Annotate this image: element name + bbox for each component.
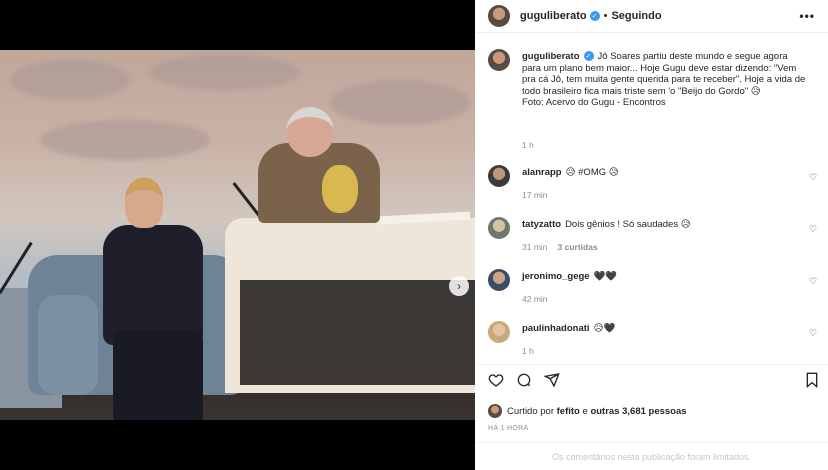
- comment-like-heart-icon[interactable]: ♡: [809, 173, 818, 182]
- likes-summary: Curtido por fefito e outras 3,681 pessoa…: [488, 404, 687, 418]
- avatar[interactable]: [488, 165, 510, 187]
- chevron-right-icon: ›: [457, 279, 461, 293]
- likes-others[interactable]: outras 3,681 pessoas: [590, 406, 686, 417]
- share-icon[interactable]: [543, 372, 560, 392]
- comment-time: 17 min: [522, 190, 548, 200]
- following-button[interactable]: Seguindo: [611, 10, 661, 22]
- avatar[interactable]: [488, 217, 510, 239]
- caption-text-block: guguliberato ✓ Jô Soares partiu deste mund…: [522, 51, 807, 109]
- comment-text: 🖤🖤: [593, 271, 618, 282]
- avatar[interactable]: [488, 321, 510, 343]
- post-photo: ›: [0, 50, 475, 420]
- comment-like-heart-icon[interactable]: ♡: [809, 329, 818, 338]
- comment-icon[interactable]: [516, 372, 532, 392]
- avatar[interactable]: [488, 49, 510, 71]
- bookmark-icon[interactable]: [805, 372, 819, 392]
- comment-username[interactable]: alanrapp: [522, 167, 562, 178]
- verified-badge-icon: ✓: [583, 51, 594, 62]
- more-horizontal-icon[interactable]: •••: [799, 9, 815, 23]
- comment-username[interactable]: jeronimo_gege: [522, 271, 590, 282]
- heart-icon[interactable]: [488, 372, 504, 392]
- comment-username[interactable]: tatyzatto: [522, 219, 561, 230]
- comment-likes-count[interactable]: 3 curtidas: [558, 242, 598, 252]
- comment-text: Dois gênios ! Só saudades 😥: [565, 219, 691, 230]
- action-bar: Curtido por fefito e outras 3,681 pessoa…: [475, 364, 828, 464]
- photo-sofa-arm: [38, 295, 98, 395]
- likes-middle: e: [582, 405, 588, 417]
- likes-user[interactable]: fefito: [557, 406, 580, 417]
- header-separator: •: [603, 10, 608, 22]
- comment-text: 😥🖤: [593, 323, 616, 334]
- comment-text-block: tatyzatto Dois gênios ! Só saudades 😥: [522, 219, 807, 231]
- carousel-next-button[interactable]: ›: [449, 276, 469, 296]
- photo-cloud: [150, 55, 300, 90]
- comment-time: 1 h: [522, 346, 534, 356]
- photo-cloud: [10, 60, 130, 100]
- photo-person-left: [95, 170, 225, 420]
- header-username[interactable]: guguliberato: [520, 10, 587, 22]
- post-side-panel: guguliberato ✓ • Seguindo ••• gugulibera…: [475, 0, 828, 470]
- photo-doll: [322, 165, 358, 213]
- comment-username[interactable]: paulinhadonati: [522, 323, 590, 334]
- caption-time: 1 h: [522, 140, 534, 150]
- caption-credit: Foto: Acervo do Gugu - Encontros: [522, 97, 666, 108]
- comment-like-heart-icon[interactable]: ♡: [809, 277, 818, 286]
- post-timestamp[interactable]: HÁ 1 HORA: [488, 425, 528, 432]
- avatar[interactable]: [488, 404, 502, 418]
- comment-text-block: alanrapp 😥 #OMG 😥: [522, 167, 807, 179]
- comments-list: guguliberato ✓ Jô Soares partiu deste mund…: [475, 34, 828, 364]
- caption-username[interactable]: guguliberato: [522, 51, 580, 62]
- photo-cloud: [40, 120, 210, 160]
- verified-badge-icon: ✓: [589, 11, 600, 21]
- comment-text-block: jeronimo_gege 🖤🖤: [522, 271, 807, 283]
- media-panel: ›: [0, 0, 475, 470]
- post-header: guguliberato ✓ • Seguindo •••: [475, 0, 828, 33]
- comment-like-heart-icon[interactable]: ♡: [809, 225, 818, 234]
- avatar[interactable]: [488, 269, 510, 291]
- comment-time: 42 min: [522, 294, 548, 304]
- comment-text-block: paulinhadonati 😥🖤: [522, 323, 807, 335]
- avatar[interactable]: [488, 5, 510, 27]
- comment-meta: 31 min 3 curtidas: [522, 242, 598, 252]
- photo-desk-front: [240, 280, 475, 385]
- comments-limited-notice: Os comentários nesta publicação foram li…: [475, 442, 828, 470]
- photo-person-right: [258, 105, 383, 225]
- comment-text: 😥 #OMG 😥: [565, 167, 619, 178]
- likes-prefix: Curtido por: [507, 405, 554, 417]
